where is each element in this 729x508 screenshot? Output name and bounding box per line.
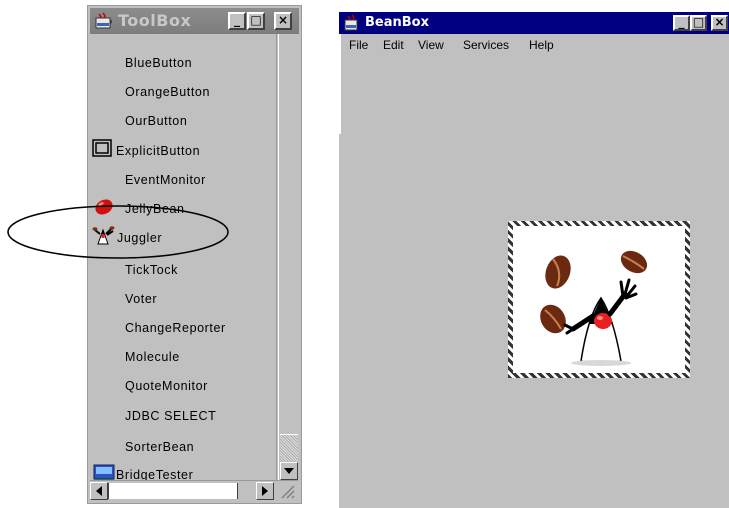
scroll-right-button[interactable] <box>256 482 274 500</box>
juggler-bean-selection[interactable] <box>508 221 690 378</box>
java-cup-icon <box>344 14 358 31</box>
toolbox-title: ToolBox <box>118 11 192 30</box>
bean-item-label: ExplicitButton <box>116 144 201 158</box>
menu-help[interactable]: Help <box>529 38 554 52</box>
bean-item-explicitbutton[interactable]: ExplicitButton <box>90 137 278 163</box>
coffee-bean-icon <box>545 255 571 289</box>
left-arrow-icon <box>96 486 102 496</box>
scrollbar-thumb[interactable] <box>280 434 298 461</box>
bean-item-juggler[interactable]: Juggler <box>90 224 278 250</box>
beanbox-titlebar[interactable]: BeanBox _ □ × <box>339 12 729 34</box>
bean-item-sorterbean[interactable]: SorterBean <box>90 433 278 459</box>
menu-file[interactable]: File <box>349 38 368 52</box>
scroll-left-button[interactable] <box>90 482 108 500</box>
juggler-icon <box>92 226 115 245</box>
bean-item-molecule[interactable]: Molecule <box>90 343 278 369</box>
close-button[interactable]: × <box>711 15 728 31</box>
bean-item-label: Juggler <box>117 231 163 245</box>
maximize-button[interactable]: □ <box>690 15 707 31</box>
toolbox-window: ToolBox _ □ × BlueButton OrangeButton Ou… <box>87 5 302 504</box>
scrollbar-track[interactable] <box>280 34 298 462</box>
minimize-button[interactable]: _ <box>228 12 246 30</box>
beanbox-window: BeanBox _ □ × File Edit View Services He… <box>338 12 729 508</box>
beanbox-menubar: File Edit View Services Help <box>339 34 729 56</box>
toolbox-titlebar[interactable]: ToolBox _ □ × <box>90 8 299 34</box>
bean-item-label: BlueButton <box>125 56 193 70</box>
menu-services[interactable]: Services <box>463 38 509 52</box>
right-arrow-icon <box>262 486 268 496</box>
scroll-down-button[interactable] <box>280 462 298 480</box>
bean-item-label: SorterBean <box>125 440 195 454</box>
bean-item-label: JellyBean <box>125 202 185 216</box>
bean-item-label: EventMonitor <box>125 173 206 187</box>
bean-item-eventmonitor[interactable]: EventMonitor <box>90 166 278 192</box>
bean-item-label: JDBC SELECT <box>125 409 217 423</box>
minimize-button[interactable]: _ <box>673 15 690 31</box>
menu-edit[interactable]: Edit <box>383 38 404 52</box>
down-arrow-icon <box>284 468 294 474</box>
close-button[interactable]: × <box>274 12 292 30</box>
button-frame-icon <box>92 139 112 157</box>
juggler-bean[interactable] <box>513 226 685 373</box>
bean-item-label: ChangeReporter <box>125 321 226 335</box>
horizontal-scrollbar-thumb[interactable] <box>108 483 238 499</box>
scrollbar-divider <box>276 34 277 480</box>
juggler-duke-icon <box>540 250 648 366</box>
toolbox-horizontal-scrollbar[interactable] <box>90 480 298 501</box>
bean-item-bluebutton[interactable]: BlueButton <box>90 49 278 75</box>
beanbox-title: BeanBox <box>365 15 429 30</box>
bean-item-quotemonitor[interactable]: QuoteMonitor <box>90 372 278 398</box>
bean-item-jellybean[interactable]: JellyBean <box>90 195 278 221</box>
toolbox-vertical-scrollbar[interactable] <box>276 34 299 480</box>
bean-item-ourbutton[interactable]: OurButton <box>90 107 278 133</box>
bean-item-label: OrangeButton <box>125 85 211 99</box>
menu-view[interactable]: View <box>418 38 444 52</box>
bean-item-jdbc-select[interactable]: JDBC SELECT <box>90 402 278 428</box>
bean-item-label: Voter <box>125 292 158 306</box>
bean-item-label: QuoteMonitor <box>125 379 208 393</box>
bean-item-label: TickTock <box>125 263 178 277</box>
bean-item-label: OurButton <box>125 114 188 128</box>
bean-item-label: Molecule <box>125 350 180 364</box>
bean-item-ticktock[interactable]: TickTock <box>90 256 278 282</box>
bean-item-changereporter[interactable]: ChangeReporter <box>90 314 278 340</box>
maximize-button[interactable]: □ <box>247 12 265 30</box>
bean-item-orangebutton[interactable]: OrangeButton <box>90 78 278 104</box>
resize-grip-icon[interactable] <box>278 483 296 499</box>
java-cup-icon <box>95 12 112 29</box>
toolbox-bean-list: BlueButton OrangeButton OurButton Explic… <box>90 34 278 482</box>
bean-item-voter[interactable]: Voter <box>90 285 278 311</box>
jellybean-icon <box>95 199 113 215</box>
